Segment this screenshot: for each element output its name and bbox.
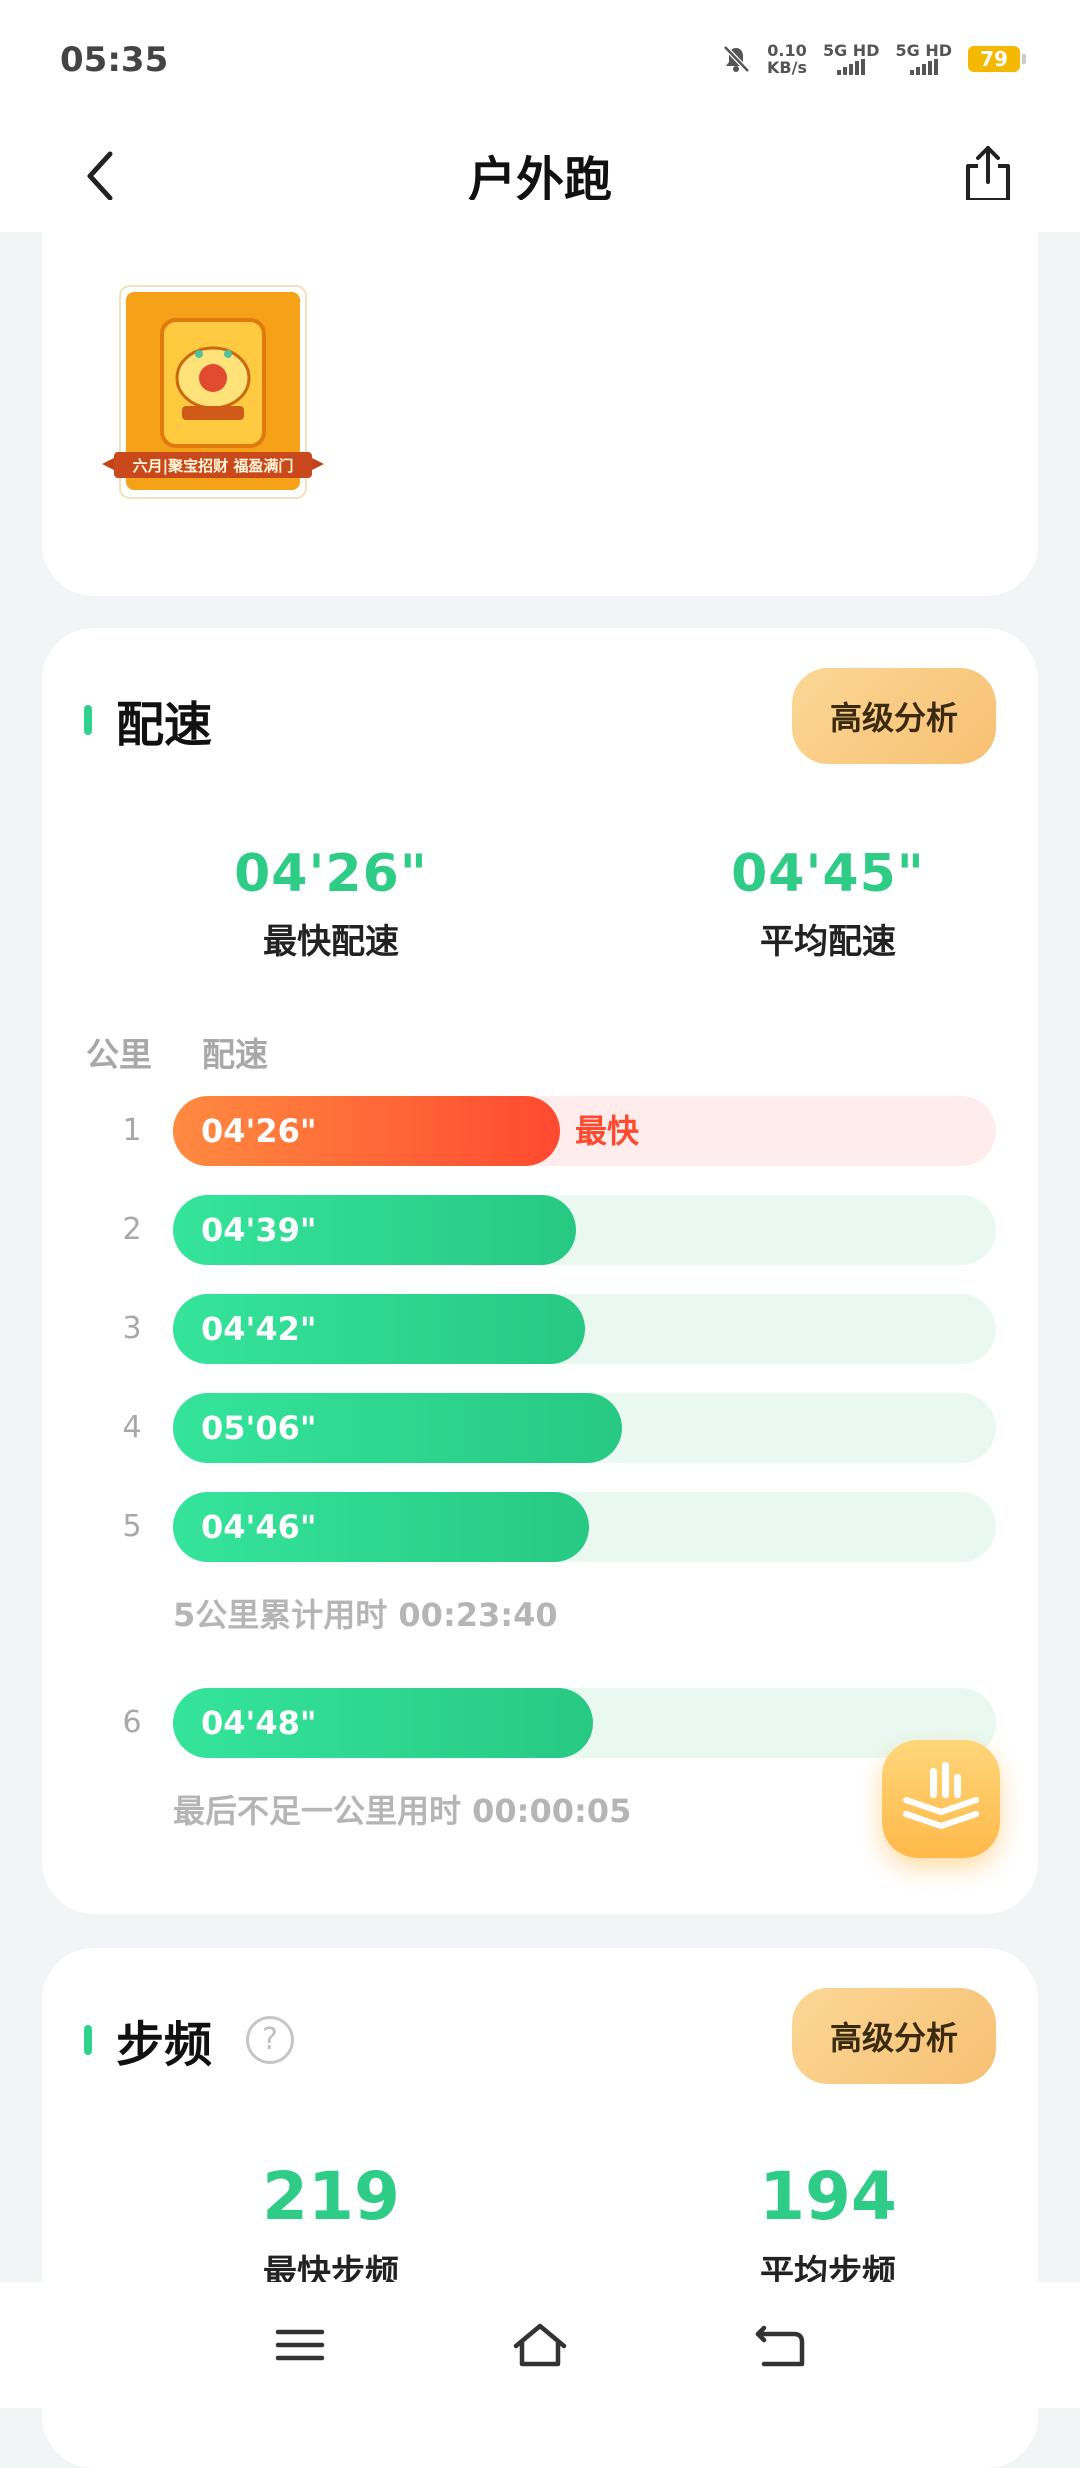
floating-analysis-button[interactable] [882, 1740, 1000, 1858]
split-row: 4 05'06" [42, 1393, 1038, 1463]
split-bar: 05'06" [173, 1393, 622, 1463]
pace-advanced-analysis-button[interactable]: 高级分析 [792, 668, 996, 764]
system-nav-bar [0, 2282, 1080, 2408]
split-pace: 04'46" [201, 1508, 317, 1546]
average-pace-value: 04'45" [731, 844, 925, 904]
home-icon[interactable] [510, 2320, 570, 2370]
status-time: 05:35 [60, 40, 169, 80]
split-bar: 04'39" [173, 1195, 577, 1265]
split-pace: 04'42" [201, 1310, 317, 1348]
average-pace-stat: 04'45" 平均配速 [628, 844, 1028, 963]
split-track: 05'06" [173, 1393, 996, 1463]
split-track: 04'46" [173, 1492, 996, 1562]
fastest-pace-label: 最快配速 [263, 922, 399, 962]
medal-caption: 六月|聚宝招财 福盈满门 [133, 457, 294, 476]
split-bar: 04'42" [173, 1294, 585, 1364]
signal-sim1: 5G HD [822, 41, 880, 75]
cadence-section-title: 步频 [116, 2017, 213, 2073]
split-track: 04'26" 最快 [173, 1096, 996, 1166]
split-pace: 04'39" [201, 1211, 317, 1249]
battery-level: 79 [980, 47, 1008, 71]
menu-icon[interactable] [270, 2320, 330, 2370]
split-track: 04'42" [173, 1294, 996, 1364]
column-header-km: 公里 [86, 1035, 152, 1074]
column-header-pace: 配速 [202, 1035, 268, 1074]
mute-bell-icon [723, 45, 750, 73]
pace-card: 配速 高级分析 04'26" 最快配速 04'45" 平均配速 公里 配速 1 … [42, 628, 1038, 1914]
net-speed: 0.10 KB/s [767, 42, 807, 76]
fastest-tag: 最快 [575, 1112, 640, 1150]
split-bar: 04'46" [173, 1492, 589, 1562]
chart-layers-icon [903, 1762, 979, 1829]
split-track: 04'48" [173, 1688, 996, 1758]
split-bar: 04'48" [173, 1688, 593, 1758]
split-km: 2 [122, 1212, 142, 1247]
net-speed-unit: KB/s [767, 58, 807, 77]
split-row: 5 04'46" [42, 1492, 1038, 1562]
signal-sim2: 5G HD [895, 43, 952, 75]
cadence-section-header: 步频 ? [84, 2000, 295, 2080]
net-speed-value: 0.10 [767, 41, 807, 60]
back-nav-icon[interactable] [750, 2320, 810, 2370]
split-pace: 05'06" [201, 1409, 317, 1447]
last-partial-km-note: 最后不足一公里用时 00:00:05 [173, 1792, 632, 1830]
status-icons: 0.10 KB/s 5G HD 5G HD 79 [721, 41, 1026, 76]
average-pace-label: 平均配速 [760, 922, 896, 962]
signal-bars-icon [909, 59, 938, 75]
split-row: 1 04'26" 最快 [42, 1096, 1038, 1166]
split-km: 1 [122, 1113, 142, 1148]
fastest-pace-stat: 04'26" 最快配速 [131, 844, 531, 963]
signal-bars-icon [837, 59, 866, 75]
split-bar: 04'26" [173, 1096, 560, 1166]
split-track: 04'39" [173, 1195, 996, 1265]
section-accent-bar [84, 2025, 92, 2055]
split-km: 5 [122, 1509, 142, 1544]
split-pace: 04'26" [201, 1112, 317, 1150]
average-cadence-stat: 194 平均步频 [628, 2158, 1028, 2294]
fastest-cadence-value: 219 [262, 2158, 400, 2235]
average-cadence-value: 194 [759, 2158, 897, 2235]
cumulative-time-note: 5公里累计用时 00:23:40 [173, 1596, 558, 1634]
split-km: 3 [122, 1311, 142, 1346]
split-row: 2 04'39" [42, 1195, 1038, 1265]
help-icon[interactable]: ? [246, 2016, 295, 2064]
medal-badge-icon[interactable]: 六月|聚宝招财 福盈满门 [98, 282, 328, 512]
fastest-cadence-stat: 219 最快步频 [131, 2158, 531, 2294]
cadence-advanced-analysis-button[interactable]: 高级分析 [792, 1988, 996, 2084]
share-icon[interactable] [958, 138, 1018, 208]
split-row: 3 04'42" [42, 1294, 1038, 1364]
pace-section-header: 配速 [84, 680, 212, 760]
fastest-pace-value: 04'26" [234, 844, 428, 904]
medal-card: 六月|聚宝招财 福盈满门 [42, 200, 1038, 596]
pace-section-title: 配速 [116, 697, 213, 753]
battery-icon: 79 [968, 46, 1026, 72]
sim1-label: 5G HD [822, 41, 880, 60]
section-accent-bar [84, 705, 92, 735]
split-km: 4 [122, 1410, 142, 1445]
split-km: 6 [122, 1705, 142, 1740]
status-bar: 05:35 0.10 KB/s 5G HD 5G HD 79 [0, 0, 1080, 120]
sim2-label: 5G HD [895, 41, 952, 60]
split-pace: 04'48" [201, 1704, 317, 1742]
